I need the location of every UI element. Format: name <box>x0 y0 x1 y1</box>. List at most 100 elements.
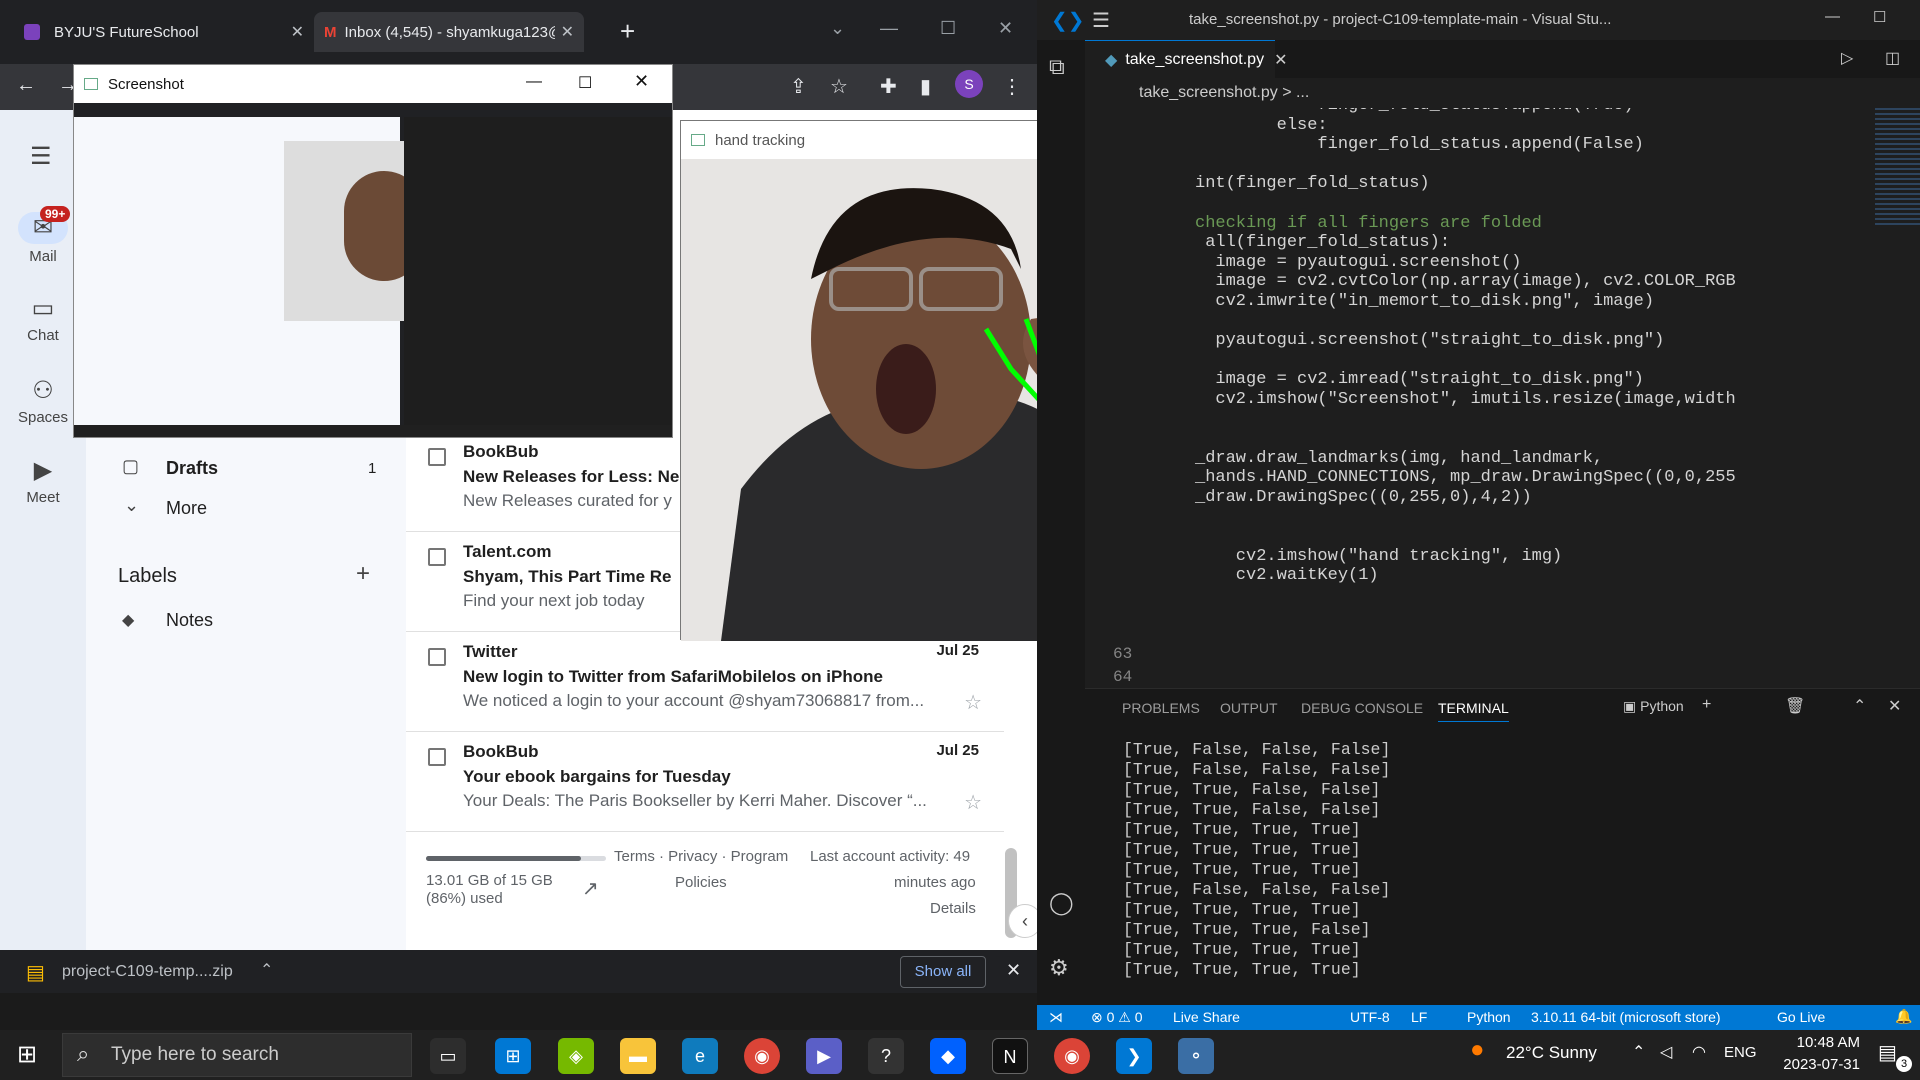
edge-icon[interactable]: e <box>682 1038 718 1074</box>
close-tab-icon[interactable]: ✕ <box>561 22 574 42</box>
terminal-profile[interactable]: ▣ Python <box>1623 698 1684 715</box>
footer-policies[interactable]: Policies <box>675 874 727 891</box>
maximize-icon[interactable]: ☐ <box>940 18 956 39</box>
taskbar-search[interactable]: ⌕ Type here to search <box>62 1033 412 1077</box>
side-panel-icon[interactable]: ▮ <box>920 74 931 99</box>
add-label-icon[interactable]: + <box>356 560 370 588</box>
close-tab-icon[interactable]: ✕ <box>291 22 304 42</box>
minimize-icon[interactable]: — <box>1825 8 1840 25</box>
list-item[interactable]: BookBub Your ebook bargains for Tuesday … <box>406 732 1004 832</box>
activity-details-link[interactable]: Details <box>930 900 976 917</box>
account-icon[interactable]: ◯ <box>1049 890 1074 916</box>
notifications-bell-icon[interactable]: 🔔 <box>1895 1008 1912 1025</box>
tab-gmail[interactable]: M Inbox (4,545) - shyamkuga123@ ✕ <box>314 12 584 52</box>
language-mode[interactable]: Python <box>1467 1009 1511 1025</box>
store-icon[interactable]: ⊞ <box>495 1038 531 1074</box>
new-terminal-icon[interactable]: + <box>1702 696 1711 714</box>
footer-terms[interactable]: Terms · Privacy · Program <box>614 848 788 865</box>
tab-search-icon[interactable]: ⌄ <box>830 18 845 39</box>
share-icon[interactable]: ⇪ <box>790 74 807 99</box>
code-editor[interactable]: finger_fold_status.append(True) else: fi… <box>1085 108 1920 688</box>
breadcrumb-path[interactable]: take_screenshot.py > ... <box>1139 84 1309 102</box>
terminal-output[interactable]: [True, False, False, False] [True, False,… <box>1123 740 1390 980</box>
close-window-icon[interactable]: ✕ <box>998 18 1013 39</box>
tray-chevron-icon[interactable]: ⌃ <box>1632 1042 1645 1062</box>
row-checkbox[interactable] <box>428 648 446 666</box>
extensions-icon[interactable]: ✚ <box>880 74 897 99</box>
tab-output[interactable]: OUTPUT <box>1220 700 1278 716</box>
tab-take-screenshot[interactable]: ◆ take_screenshot.py ✕ <box>1085 40 1287 78</box>
storage-bar-fill <box>426 856 581 861</box>
go-live[interactable]: Go Live <box>1777 1009 1825 1025</box>
remote-icon[interactable]: ⋊ <box>1049 1009 1063 1026</box>
vscode-taskbar-icon[interactable]: ❯ <box>1116 1038 1152 1074</box>
close-panel-icon[interactable]: ✕ <box>1888 696 1901 716</box>
problems-status[interactable]: ⊗ 0 ⚠ 0 <box>1091 1009 1143 1026</box>
label-notes[interactable]: Notes <box>166 610 213 631</box>
line-number: 64 <box>1113 668 1133 686</box>
weather-text[interactable]: 22°C Sunny <box>1506 1043 1597 1063</box>
maximize-panel-icon[interactable]: ⌃ <box>1853 696 1866 716</box>
open-external-icon[interactable]: ↗ <box>582 876 599 901</box>
main-menu-icon[interactable]: ☰ <box>30 142 52 171</box>
bookmark-star-icon[interactable]: ☆ <box>830 74 848 99</box>
chrome-icon[interactable]: ◉ <box>744 1038 780 1074</box>
notification-center-icon[interactable]: ▤ <box>1878 1040 1897 1065</box>
row-checkbox[interactable] <box>428 448 446 466</box>
notion-icon[interactable]: N <box>992 1038 1028 1074</box>
menu-icon[interactable]: ☰ <box>1092 8 1110 33</box>
row-checkbox[interactable] <box>428 548 446 566</box>
task-view-icon[interactable]: ▭ <box>430 1038 466 1074</box>
nvidia-icon[interactable]: ◈ <box>558 1038 594 1074</box>
chrome-active-icon[interactable]: ◉ <box>1054 1038 1090 1074</box>
line-ending[interactable]: LF <box>1411 1009 1427 1025</box>
app-icon[interactable]: ▶ <box>806 1038 842 1074</box>
back-icon[interactable]: ← <box>16 74 36 97</box>
windows-start-icon[interactable]: ⊞ <box>17 1040 37 1069</box>
list-item[interactable]: Twitter New login to Twitter from Safari… <box>406 632 1004 732</box>
maximize-icon[interactable]: ☐ <box>1873 8 1886 26</box>
close-download-bar-icon[interactable]: ✕ <box>1006 960 1021 981</box>
explorer-icon[interactable]: ⧉ <box>1049 54 1065 80</box>
clock-time[interactable]: 10:48 AM <box>1780 1034 1860 1051</box>
star-icon[interactable]: ☆ <box>964 790 982 815</box>
settings-gear-icon[interactable]: ⚙ <box>1049 955 1069 981</box>
nav-more[interactable]: More <box>166 498 207 519</box>
download-file-name[interactable]: project-C109-temp....zip <box>62 963 233 981</box>
file-explorer-icon[interactable]: ▬ <box>620 1038 656 1074</box>
clock-date[interactable]: 2023-07-31 <box>1770 1056 1860 1073</box>
collapse-side-panel-icon[interactable]: ‹ <box>1008 904 1037 938</box>
minimize-icon[interactable]: — <box>880 18 898 39</box>
encoding[interactable]: UTF-8 <box>1350 1009 1390 1025</box>
split-editor-icon[interactable]: ◫ <box>1885 48 1900 68</box>
minimap[interactable] <box>1875 108 1920 228</box>
rail-meet[interactable]: ▶ Meet <box>0 456 86 506</box>
avatar[interactable]: S <box>955 70 983 98</box>
chevron-up-icon[interactable]: ⌃ <box>260 960 273 980</box>
volume-icon[interactable]: ◁ <box>1660 1042 1672 1062</box>
tab-byjus[interactable]: BYJU'S FutureSchool ✕ <box>14 12 314 52</box>
dropbox-icon[interactable]: ◆ <box>930 1038 966 1074</box>
tab-debug-console[interactable]: DEBUG CONSOLE <box>1301 700 1423 716</box>
star-icon[interactable]: ☆ <box>964 690 982 715</box>
input-language[interactable]: ENG <box>1724 1044 1757 1061</box>
tab-terminal[interactable]: TERMINAL <box>1438 700 1509 722</box>
run-icon[interactable]: ▷ <box>1841 48 1853 68</box>
storage-bar <box>426 856 606 861</box>
row-checkbox[interactable] <box>428 748 446 766</box>
new-tab-icon[interactable]: + <box>620 16 635 47</box>
wifi-icon[interactable]: ◠ <box>1692 1042 1706 1062</box>
maximize-icon[interactable]: ☐ <box>578 73 592 93</box>
app-circle-icon[interactable]: ? <box>868 1038 904 1074</box>
trash-icon[interactable]: 🗑 <box>1785 696 1805 716</box>
interpreter[interactable]: 3.10.11 64-bit (microsoft store) <box>1531 1009 1721 1025</box>
nav-drafts[interactable]: Drafts <box>166 458 218 479</box>
chrome-menu-icon[interactable]: ⋮ <box>1002 74 1022 99</box>
python-taskbar-icon[interactable]: ⚬ <box>1178 1038 1214 1074</box>
live-share[interactable]: Live Share <box>1173 1009 1240 1025</box>
tab-problems[interactable]: PROBLEMS <box>1122 700 1200 716</box>
minimize-icon[interactable]: — <box>526 73 542 91</box>
close-tab-icon[interactable]: ✕ <box>1274 50 1287 70</box>
show-all-button[interactable]: Show all <box>900 956 986 988</box>
close-icon[interactable]: ✕ <box>634 71 649 92</box>
